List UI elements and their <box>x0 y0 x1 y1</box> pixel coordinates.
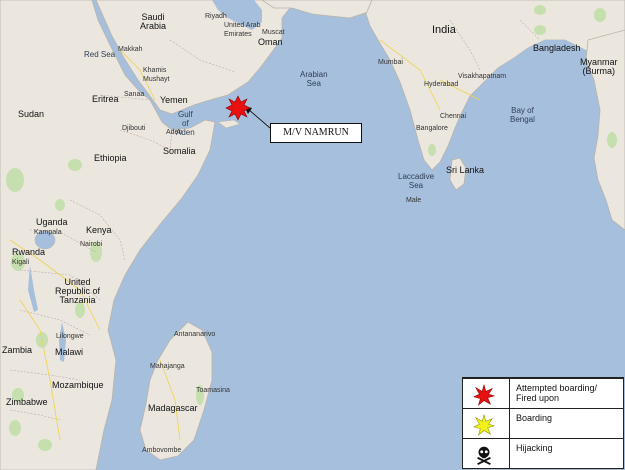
label-oman: Oman <box>258 37 283 47</box>
label-riyadh: Riyadh <box>205 13 227 20</box>
label-toamasina: Toamasina <box>196 387 230 394</box>
label-sri-lanka: Sri Lanka <box>446 165 485 175</box>
label-bay-of-bengal: Bay of Bengal <box>510 106 535 124</box>
label-djibouti: Djibouti <box>122 125 146 132</box>
label-ethiopia: Ethiopia <box>94 153 127 163</box>
label-antananarivo: Antananarivo <box>174 331 216 338</box>
label-nairobi: Nairobi <box>80 241 103 248</box>
label-makkah: Makkah <box>118 46 143 53</box>
label-mumbai: Mumbai <box>378 59 403 66</box>
label-visakhapatnam: Visakhapatnam <box>458 73 507 80</box>
label-yemen: Yemen <box>160 95 188 105</box>
incident-callout-namrun[interactable]: M/V NAMRUN <box>270 123 362 143</box>
legend-label-boarding: Boarding <box>516 413 553 423</box>
label-kampala: Kampala <box>34 229 62 236</box>
label-kigali: Kigali <box>12 259 30 266</box>
label-tanzania: United Republic of Tanzania <box>55 277 101 305</box>
label-eritrea: Eritrea <box>92 94 119 104</box>
label-khamis-mushayt: Khamis Mushayt <box>143 67 170 83</box>
attempted-boarding-star-icon <box>473 384 495 406</box>
label-zambia: Zambia <box>2 345 33 355</box>
label-uganda: Uganda <box>36 217 68 227</box>
label-red-sea: Red Sea <box>84 50 116 59</box>
label-arabian-sea: Arabian Sea <box>300 70 328 88</box>
attempted-boarding-marker[interactable] <box>225 95 251 121</box>
label-muscat: Muscat <box>262 29 285 36</box>
label-lilongwe: Lilongwe <box>56 333 84 340</box>
label-somalia: Somalia <box>163 146 196 156</box>
boarding-star-icon <box>473 414 495 436</box>
label-india: India <box>432 24 456 36</box>
piracy-incident-map[interactable]: Saudi Arabia Riyadh United Arab Emirates… <box>0 0 625 470</box>
label-laccadive-sea: Laccadive Sea <box>398 172 435 190</box>
label-kenya: Kenya <box>86 225 112 235</box>
label-hyderabad: Hyderabad <box>424 81 459 88</box>
label-male: Male <box>406 197 422 204</box>
label-uae: United Arab Emirates <box>224 22 261 38</box>
legend-label-attempted-boarding: Attempted boarding/ Fired upon <box>516 383 598 403</box>
label-rwanda: Rwanda <box>12 247 46 257</box>
legend-row-boarding: Boarding <box>463 408 623 438</box>
label-saudi-arabia: Saudi Arabia <box>140 12 167 31</box>
label-aden: Aden <box>166 129 183 136</box>
legend-row-attempted-boarding: Attempted boarding/ Fired upon <box>463 378 623 408</box>
label-bangladesh: Bangladesh <box>533 43 581 53</box>
label-malawi: Malawi <box>55 347 84 357</box>
label-mozambique: Mozambique <box>52 380 104 390</box>
label-sanaa: Sanaa <box>124 91 145 98</box>
label-sudan: Sudan <box>18 109 45 119</box>
map-legend: Attempted boarding/ Fired upon Boarding … <box>462 377 624 469</box>
label-zimbabwe: Zimbabwe <box>6 397 48 407</box>
legend-label-hijacking: Hijacking <box>516 443 553 453</box>
label-madagascar: Madagascar <box>148 403 198 413</box>
label-myanmar: Myanmar (Burma) <box>580 57 618 76</box>
skull-crossbones-icon <box>477 446 491 465</box>
label-chennai: Chennai <box>440 113 467 120</box>
label-bangalore: Bangalore <box>416 125 448 132</box>
label-ambovombe: Ambovombe <box>142 447 182 454</box>
label-mahajanga: Mahajanga <box>150 363 185 370</box>
legend-row-hijacking: Hijacking <box>463 438 623 468</box>
